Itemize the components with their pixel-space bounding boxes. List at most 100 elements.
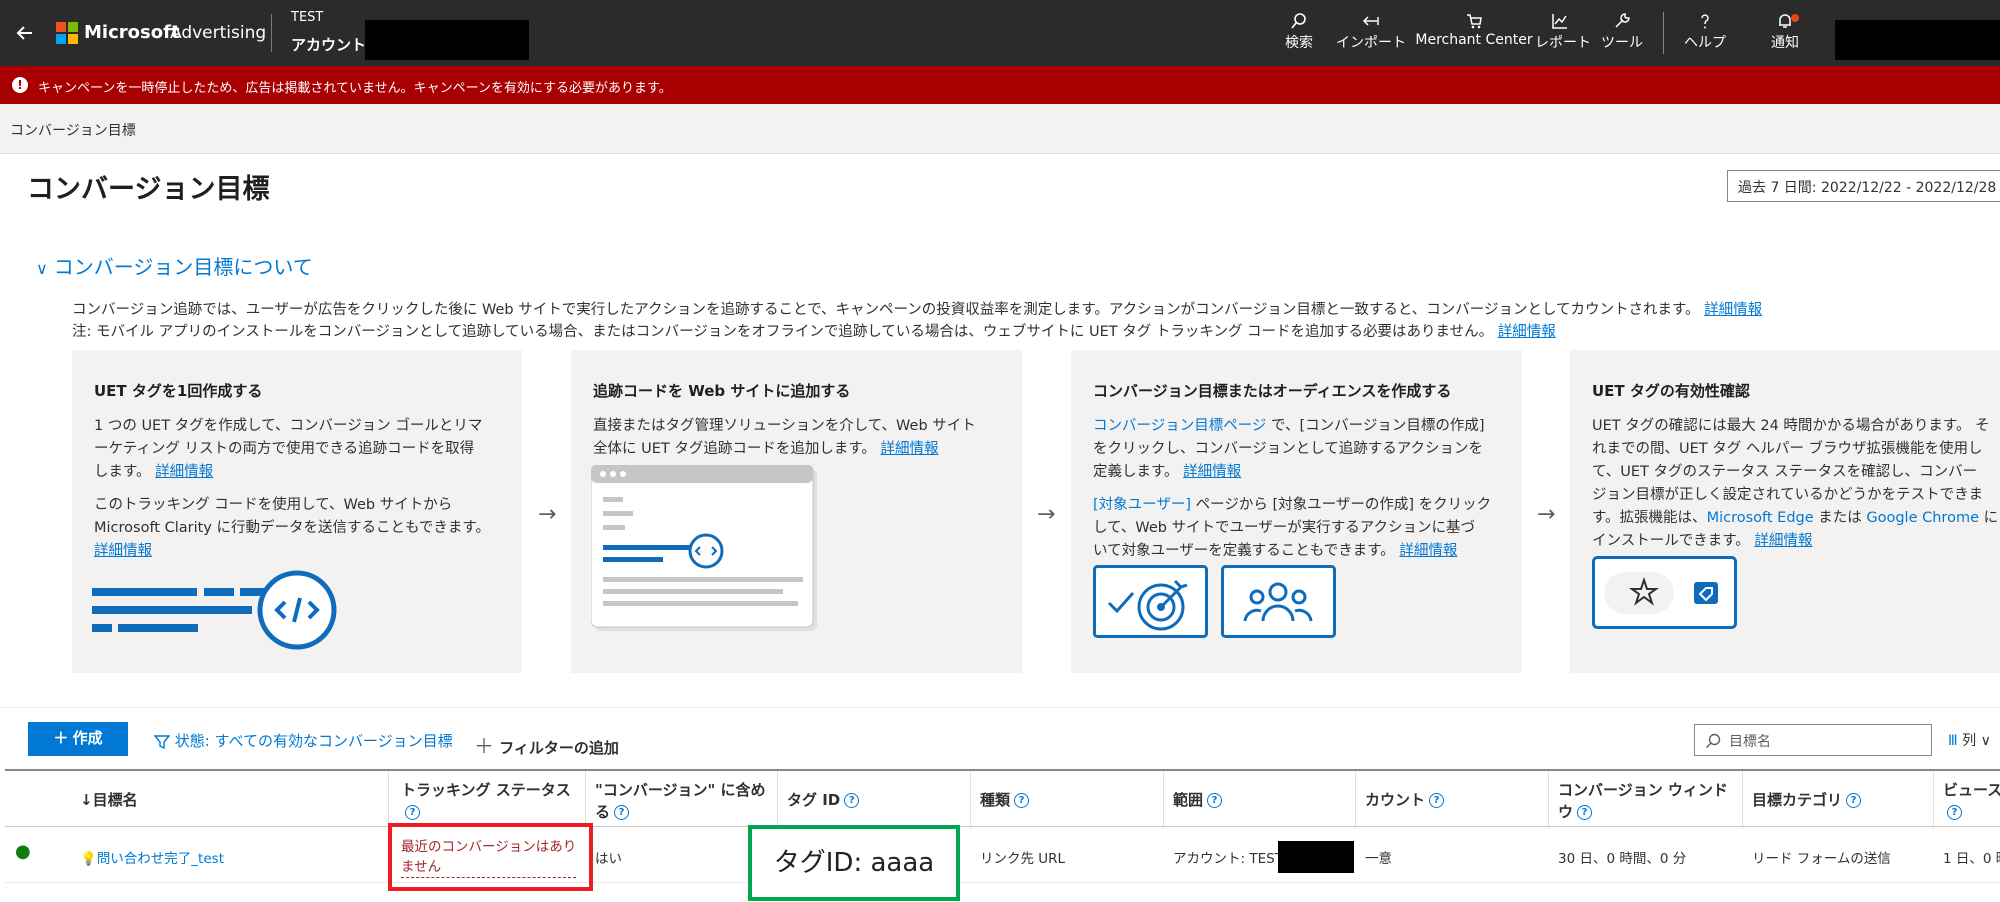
- conversion-window-value: 30 日、0 時間、0 分: [1558, 851, 1687, 867]
- column-divider: [1355, 771, 1356, 829]
- nav-search[interactable]: 検索: [1280, 12, 1318, 56]
- learn-more-link[interactable]: 詳細情報: [881, 441, 939, 457]
- help-icon[interactable]: ?: [614, 805, 630, 820]
- type-value: リンク先 URL: [980, 851, 1066, 867]
- redacted-account-id: [365, 20, 529, 60]
- back-arrow-icon[interactable]: [10, 18, 40, 48]
- view-through-value: 1 日、0 時: [1943, 851, 2000, 867]
- account-name[interactable]: TEST: [291, 10, 323, 25]
- nav-reports[interactable]: レポート: [1535, 12, 1591, 56]
- import-icon: [1362, 16, 1379, 26]
- website-code-illustration-icon: [591, 465, 817, 631]
- card-text: 直接またはタグ管理ソリューションを介して、Web サイト 全体に UET タグ追…: [593, 418, 976, 457]
- help-icon[interactable]: ?: [844, 793, 860, 808]
- column-header-goal-category[interactable]: 目標カテゴリ?: [1752, 789, 1862, 811]
- help-icon[interactable]: ?: [1207, 793, 1223, 808]
- goal-target-icon: [1093, 565, 1208, 638]
- card-title: UET タグの有効性確認: [1592, 382, 1750, 400]
- tag-id-annotation: タグID: aaaa: [748, 825, 960, 901]
- column-header-tag-id[interactable]: タグ ID?: [787, 789, 860, 811]
- nav-tools[interactable]: ツール: [1597, 12, 1647, 56]
- column-divider: [388, 771, 389, 829]
- tracking-status-highlight-box: [388, 823, 593, 891]
- step-card-add-code: 追跡コードを Web サイトに追加する 直接またはタグ管理ソリューションを介して…: [571, 350, 1022, 673]
- date-range-picker[interactable]: 過去 7 日間: 2022/12/22 - 2022/12/28: [1727, 170, 2000, 202]
- top-bar: Microsoft Advertising TEST アカウント 検索 インポー…: [0, 0, 2000, 66]
- column-header-view-through[interactable]: ビュース?: [1943, 779, 2000, 823]
- microsoft-logo-icon: [56, 22, 78, 44]
- help-icon[interactable]: ?: [1846, 793, 1862, 808]
- page-title: コンバージョン目標: [27, 174, 270, 205]
- column-header-type[interactable]: 種類?: [980, 789, 1030, 811]
- help-icon: [1701, 14, 1709, 29]
- card-text: [対象ユーザー] ページから [対象ユーザーの作成] をクリック して、Web …: [1093, 497, 1492, 559]
- card-title: コンバージョン目標またはオーディエンスを作成する: [1093, 382, 1452, 400]
- scope-value: アカウント: TEST -: [1173, 851, 1293, 867]
- about-description-2: 注: モバイル アプリのインストールをコンバージョンとして追跡している場合、また…: [72, 324, 1556, 340]
- filter-icon: [153, 734, 171, 749]
- help-icon[interactable]: ?: [405, 805, 420, 820]
- column-header-count[interactable]: カウント?: [1365, 789, 1445, 811]
- breadcrumb: コンバージョン目標: [10, 123, 136, 139]
- goal-name-search-input[interactable]: 目標名: [1694, 724, 1932, 756]
- notification-dot: [1791, 14, 1799, 22]
- card-text: UET タグの確認には最大 24 時間かかる場合があります。 そ れまでの間、U…: [1592, 418, 1999, 549]
- card-text: コンバージョン目標ページ で、[コンバージョン目標の作成] をクリックし、コンバ…: [1093, 418, 1485, 480]
- chevron-down-icon: ∨: [1980, 733, 1991, 749]
- nav-merchant-center[interactable]: Merchant Center: [1412, 12, 1536, 56]
- nav-notifications[interactable]: 通知: [1765, 12, 1805, 56]
- nav-help[interactable]: ヘルプ: [1680, 12, 1730, 56]
- step-arrow-icon: →: [538, 502, 557, 527]
- table-row[interactable]: ● 💡問い合わせ完了_test 最近のコンバージョンはあり ません はい リンク先…: [5, 827, 2000, 883]
- about-toggle[interactable]: ∨ コンバージョン目標について: [36, 251, 313, 280]
- account-label[interactable]: アカウント: [291, 34, 366, 55]
- columns-button[interactable]: Ⅲ 列 ∨: [1948, 730, 1991, 750]
- help-icon[interactable]: ?: [1947, 805, 1962, 820]
- include-in-conversions-value: はい: [595, 851, 622, 867]
- banner-text: キャンペーンを一時停止したため、広告は掲載されていません。キャンペーンを有効にす…: [38, 81, 672, 96]
- edge-link[interactable]: Microsoft Edge: [1707, 510, 1814, 526]
- error-banner: ! キャンペーンを一時停止したため、広告は掲載されていません。キャンペーンを有効…: [0, 66, 2000, 104]
- step-arrow-icon: →: [1537, 502, 1556, 527]
- column-header-name[interactable]: ↓目標名: [80, 789, 138, 811]
- audiences-page-link[interactable]: [対象ユーザー]: [1093, 497, 1191, 513]
- goal-name-link[interactable]: 💡問い合わせ完了_test: [80, 847, 224, 867]
- column-header-include-in-conversions[interactable]: "コンバージョン" に含める?: [595, 779, 766, 823]
- add-filter-button[interactable]: ＋ フィルターの追加: [474, 730, 619, 759]
- conversion-goals-page-link[interactable]: コンバージョン目標ページ: [1093, 418, 1266, 434]
- step-card-create-tag: UET タグを1回作成する 1 つの UET タグを作成して、コンバージョン ゴ…: [72, 350, 522, 673]
- step-card-verify-tag: UET タグの有効性確認 UET タグの確認には最大 24 時間かかる場合があり…: [1570, 350, 2000, 673]
- help-icon[interactable]: ?: [1429, 793, 1445, 808]
- column-divider: [1933, 771, 1934, 829]
- create-button[interactable]: ＋ 作成: [28, 722, 128, 756]
- learn-more-link[interactable]: 詳細情報: [94, 543, 152, 559]
- learn-more-link[interactable]: 詳細情報: [1704, 302, 1762, 318]
- nav-import[interactable]: インポート: [1333, 12, 1409, 56]
- column-divider: [777, 771, 778, 829]
- column-header-conversion-window[interactable]: コンバージョン ウィンドウ?: [1558, 779, 1728, 823]
- step-arrow-icon: →: [1037, 502, 1056, 527]
- redacted-scope-account: [1278, 841, 1354, 873]
- column-divider: [1163, 771, 1164, 829]
- column-header-tracking-status[interactable]: トラッキング ステータス?: [401, 779, 571, 823]
- column-divider: [970, 771, 971, 829]
- search-icon: [1291, 13, 1306, 29]
- column-header-scope[interactable]: 範囲?: [1173, 789, 1223, 811]
- column-divider: [1548, 771, 1549, 829]
- learn-more-link[interactable]: 詳細情報: [1183, 464, 1241, 480]
- learn-more-link[interactable]: 詳細情報: [1498, 324, 1556, 340]
- help-icon[interactable]: ?: [1577, 805, 1593, 820]
- help-icon[interactable]: ?: [1014, 793, 1030, 808]
- toolbar-divider: [0, 707, 2000, 708]
- chart-icon: [1552, 14, 1567, 29]
- column-divider: [1742, 771, 1743, 829]
- product-name: Advertising: [170, 23, 267, 43]
- status-filter[interactable]: 状態: すべての有効なコンバージョン目標: [153, 730, 453, 751]
- learn-more-link[interactable]: 詳細情報: [1399, 543, 1457, 559]
- redacted-user: [1835, 20, 2000, 60]
- chrome-link[interactable]: Google Chrome: [1866, 510, 1979, 526]
- learn-more-link[interactable]: 詳細情報: [155, 464, 213, 480]
- brand-name: Microsoft: [84, 22, 180, 43]
- step-card-create-goal: コンバージョン目標またはオーディエンスを作成する コンバージョン目標ページ で、…: [1071, 350, 1522, 673]
- learn-more-link[interactable]: 詳細情報: [1754, 533, 1812, 549]
